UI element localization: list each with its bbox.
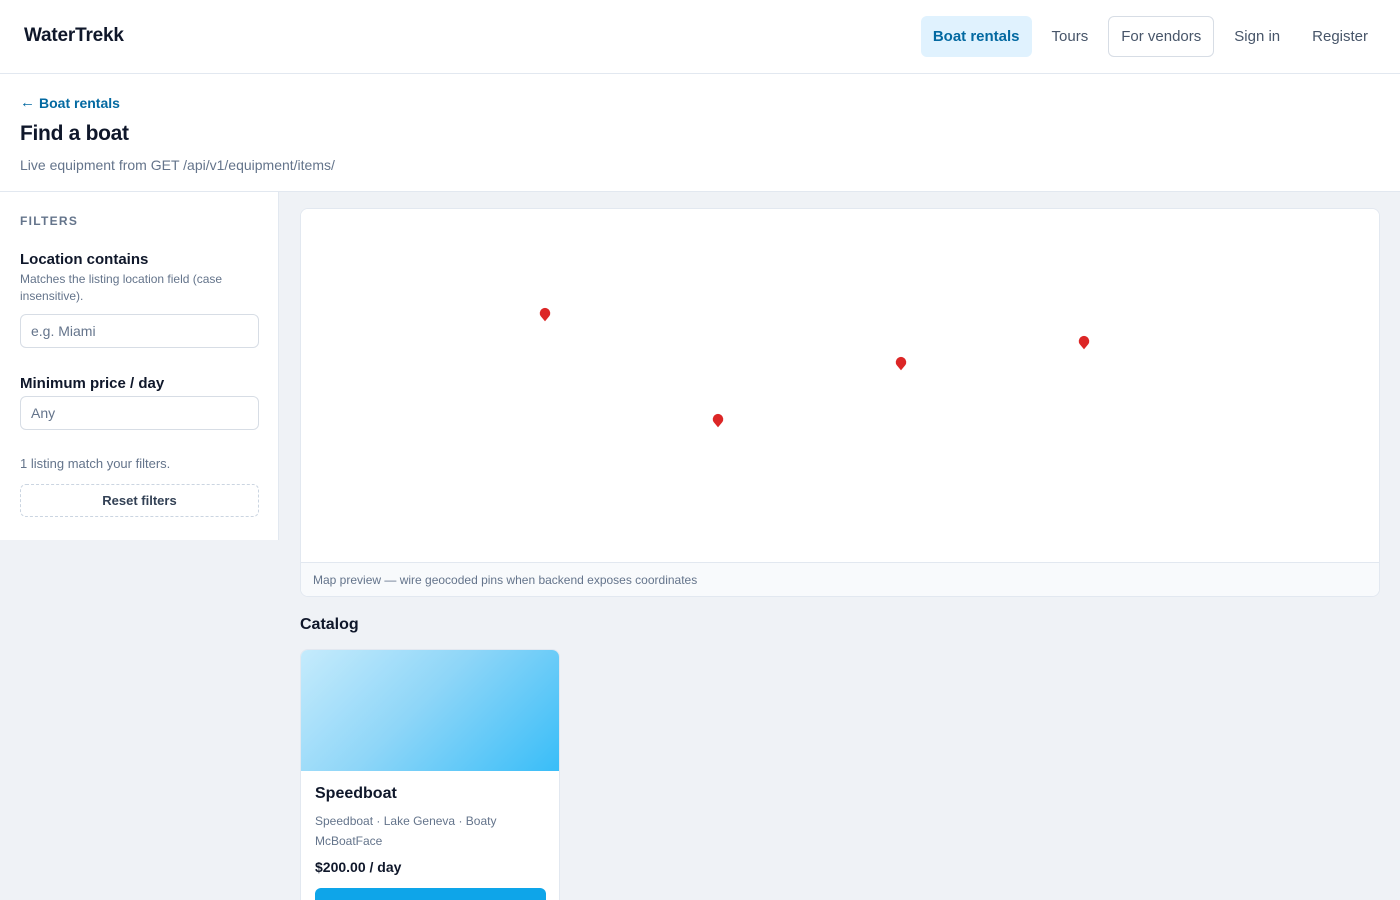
map-canvas[interactable] — [301, 209, 1379, 562]
main-nav: Boat rentals Tours For vendors Sign in R… — [913, 16, 1380, 57]
location-help-text: Matches the listing location field (case… — [20, 272, 223, 303]
match-count-text: 1 listing match your filters. — [20, 456, 171, 471]
nav-for-vendors[interactable]: For vendors — [1108, 16, 1215, 57]
map-pin-icon[interactable] — [1076, 334, 1092, 354]
map-card: Map preview — wire geocoded pins when ba… — [300, 208, 1380, 597]
page-title: Find a boat — [20, 122, 129, 145]
back-link-label: Boat rentals — [39, 94, 120, 111]
filters-sidebar: FILTERS Location contains Matches the li… — [0, 192, 279, 540]
catalog-heading: Catalog — [300, 616, 359, 633]
filters-heading: FILTERS — [20, 214, 79, 228]
view-listing-button[interactable]: View listing — [315, 888, 546, 900]
map-pin-icon[interactable] — [893, 355, 909, 375]
page-header: ← Boat rentals Find a boat Live equipmen… — [0, 74, 1400, 192]
page-subtitle: Live equipment from GET /api/v1/equipmen… — [20, 157, 335, 173]
map-pin-icon[interactable] — [537, 306, 553, 326]
reset-filters-button[interactable]: Reset filters — [20, 484, 259, 517]
arrow-left-icon: ← — [20, 94, 35, 111]
listing-image — [301, 650, 559, 771]
location-label: Location contains — [20, 251, 149, 268]
top-navbar: WaterTrekk Boat rentals Tours For vendor… — [0, 0, 1400, 74]
listing-price: $200.00 / day — [315, 859, 402, 875]
map-caption: Map preview — wire geocoded pins when ba… — [301, 562, 1379, 596]
listing-card[interactable]: Speedboat Speedboat · Lake Geneva · Boat… — [300, 649, 560, 900]
nav-sign-in[interactable]: Sign in — [1222, 16, 1292, 57]
brand-logo[interactable]: WaterTrekk — [24, 25, 124, 47]
min-price-input[interactable] — [20, 396, 259, 430]
listing-meta: Speedboat · Lake Geneva · Boaty McBoatFa… — [315, 814, 497, 848]
min-price-label: Minimum price / day — [20, 375, 165, 392]
nav-tours[interactable]: Tours — [1040, 16, 1101, 57]
listing-title: Speedboat — [315, 785, 397, 802]
nav-register[interactable]: Register — [1300, 16, 1380, 57]
back-link[interactable]: ← Boat rentals — [20, 94, 120, 111]
nav-boat-rentals[interactable]: Boat rentals — [920, 16, 1032, 57]
map-pin-icon[interactable] — [710, 412, 726, 432]
location-input[interactable] — [20, 314, 259, 348]
